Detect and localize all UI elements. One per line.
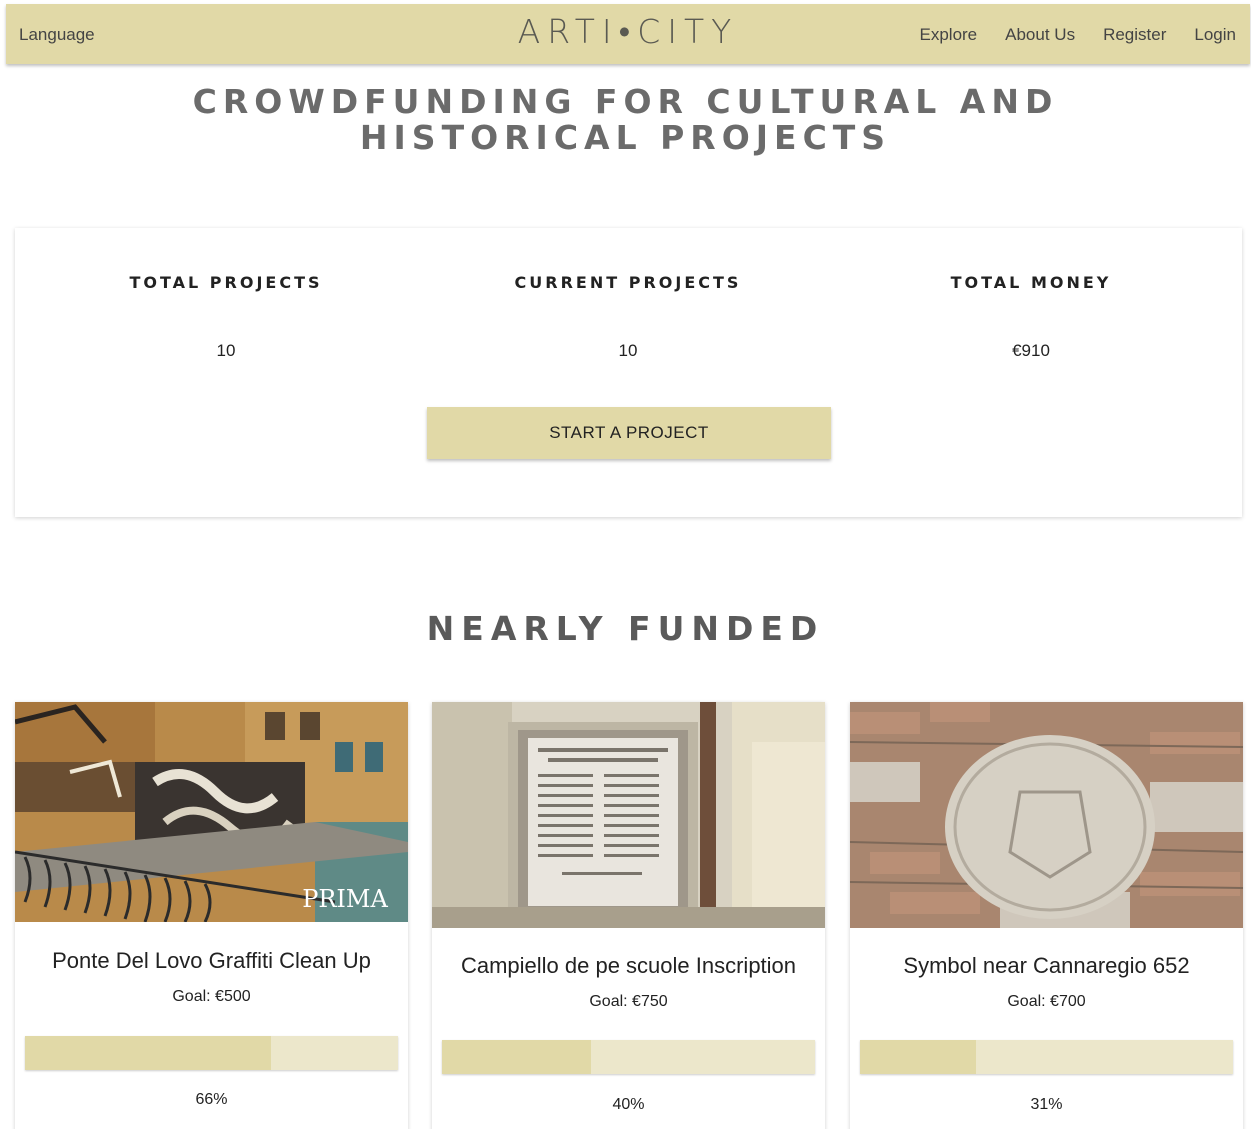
stat-label: TOTAL PROJECTS [129,273,323,292]
nav-about-us[interactable]: About Us [1005,25,1075,45]
project-image-inscription[interactable] [432,702,825,928]
project-card[interactable]: Campiello de pe scuole Inscription Goal:… [432,702,825,1129]
stat-total-projects: TOTAL PROJECTS 10 [26,273,426,361]
nearly-funded-title: NEARLY FUNDED [426,609,825,648]
start-project-button[interactable]: START A PROJECT [427,407,831,459]
nav-register[interactable]: Register [1103,25,1166,45]
stat-value: 10 [216,341,236,360]
graffiti-canal-image: PRIMA [15,702,408,922]
progress-fill [860,1040,976,1074]
progress-fill [25,1036,272,1070]
progress-percent: 40% [612,1096,645,1113]
stat-current-projects: CURRENT PROJECTS 10 [428,273,828,361]
stone-symbol-image [850,702,1243,928]
project-card[interactable]: PRIMA Ponte Del Lovo Graffiti Clean Up G… [15,702,408,1129]
stone-inscription-image [432,702,825,928]
project-title[interactable]: Ponte Del Lovo Graffiti Clean Up [15,948,408,974]
stat-total-money: TOTAL MONEY €910 [831,273,1231,361]
stat-label: TOTAL MONEY [950,273,1112,292]
stat-value: €910 [1012,341,1050,360]
progress-percent: 31% [1030,1096,1063,1113]
nav-links: Explore About Us Register Login [920,25,1237,45]
stat-value: 10 [618,341,638,360]
project-title[interactable]: Campiello de pe scuole Inscription [432,953,825,979]
nav-login[interactable]: Login [1194,25,1236,45]
progress-percent: 66% [195,1091,228,1108]
stats-card: TOTAL PROJECTS 10 CURRENT PROJECTS 10 TO… [15,228,1242,517]
progress-fill [442,1040,592,1074]
project-goal: Goal: €750 [589,993,668,1010]
image-caption: PRIMA [302,885,388,913]
project-goal: Goal: €500 [172,988,251,1005]
hero-title: CROWDFUNDING FOR CULTURAL AND HISTORICAL… [192,82,1059,157]
project-card[interactable]: Symbol near Cannaregio 652 Goal: €700 31… [850,702,1243,1129]
top-navbar: Language ARTI•CITY Explore About Us Regi… [6,4,1250,64]
project-image-symbol[interactable] [850,702,1243,928]
progress-bar [442,1040,815,1074]
stat-label: CURRENT PROJECTS [514,273,742,292]
progress-bar [25,1036,398,1070]
project-title[interactable]: Symbol near Cannaregio 652 [850,953,1243,979]
project-goal: Goal: €700 [1007,993,1086,1010]
progress-bar [860,1040,1233,1074]
nav-explore[interactable]: Explore [920,25,978,45]
project-image-graffiti[interactable]: PRIMA [15,702,408,922]
